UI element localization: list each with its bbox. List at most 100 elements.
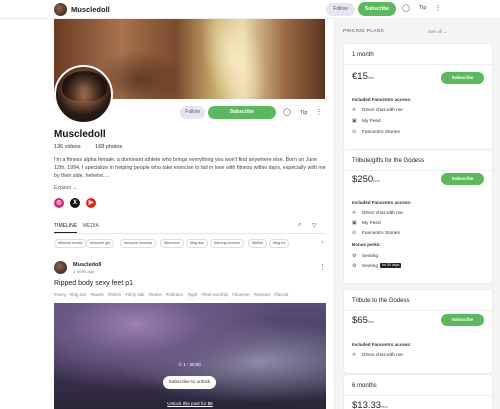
- sexting-icon: ⚙: [352, 253, 357, 259]
- plan-title: 6 months: [352, 383, 377, 389]
- tag-chip[interactable]: #muscle worship: [120, 239, 157, 248]
- post-tag[interactable]: #vibrator: [166, 292, 184, 297]
- feature-chat: ✈ Direct chat with me: [352, 210, 403, 216]
- expand-bio-link[interactable]: Expand ⌄: [54, 185, 77, 191]
- see-all-link[interactable]: See all ⌄: [428, 29, 447, 35]
- filter-icon[interactable]: ▽: [312, 222, 317, 229]
- post-title: Ripped body sexy feet p1: [54, 280, 133, 287]
- content-tabs: TIMELINE MEDIA ⌕ ▽: [54, 222, 326, 234]
- locked-media-preview[interactable]: ① 1 : 30:00 Subscribe to unlock Unlock t…: [54, 303, 326, 409]
- topbar-more-icon[interactable]: ⋮: [433, 4, 443, 14]
- tag-chip[interactable]: #muscle girl: [86, 239, 115, 248]
- plan-price: $13.33/mo: [352, 400, 388, 409]
- x-icon[interactable]: X: [70, 198, 80, 208]
- access-header: Included Fancentro access:: [352, 200, 412, 205]
- feature-feed: ▣ My Feed: [352, 118, 381, 124]
- plan-card-6-months: 6 months $13.33/mo: [343, 374, 494, 409]
- plan-subscribe-button[interactable]: Subscribe: [441, 314, 484, 326]
- top-bar: Muscledoll Follow Subscribe ◯ Tip ⋮: [0, 0, 500, 19]
- youtube-icon[interactable]: ▶: [86, 198, 96, 208]
- post-tag[interactable]: #domme: [232, 292, 250, 297]
- chat-icon: ✈: [352, 107, 357, 113]
- topbar-follow-button[interactable]: Follow: [326, 3, 355, 16]
- follow-button[interactable]: Follow: [180, 106, 205, 119]
- media-info: ① 1 : 30:00: [178, 362, 201, 367]
- post-tag[interactable]: #fetish: [108, 292, 121, 297]
- post-author-avatar[interactable]: [54, 261, 67, 274]
- instagram-icon[interactable]: ◎: [54, 198, 64, 208]
- plan-card-1-month: 1 month €15/mo Subscribe Included Fancen…: [343, 43, 494, 152]
- post-tag[interactable]: #sexy: [54, 292, 66, 297]
- tag-chip[interactable]: #fetish: [248, 239, 268, 248]
- post-timestamp: 1 week ago: [73, 269, 95, 274]
- post-tag[interactable]: #tease: [148, 292, 162, 297]
- plan-title: Tribute to the Godess: [352, 298, 410, 304]
- bonus-header: Bonus perks:: [352, 242, 381, 247]
- tag-chip[interactable]: #big bo: [269, 239, 290, 248]
- photos-count: 168 photos: [95, 144, 123, 150]
- plan-card-tribute: Tribute to the Godess $65/mo Subscribe I…: [343, 289, 494, 374]
- topbar-avatar[interactable]: [54, 3, 67, 16]
- tag-chip[interactable]: #strong woman: [210, 239, 244, 248]
- post-tag[interactable]: #big ass: [70, 292, 87, 297]
- post-tag[interactable]: #pph: [187, 292, 197, 297]
- post-more-icon[interactable]: ⋮: [319, 263, 326, 271]
- subscribe-to-unlock-button[interactable]: Subscribe to unlock: [163, 376, 216, 389]
- plan-title: Tribute/gifts for the Godess: [352, 158, 425, 164]
- chat-icon: ✈: [352, 352, 357, 358]
- subscribe-button[interactable]: Subscribe: [208, 106, 276, 119]
- unlock-post-link[interactable]: Unlock this post for $8: [54, 401, 326, 406]
- bonus-sexting: ⚙ Sexting: [352, 253, 378, 259]
- plan-price: $250/mo: [352, 174, 380, 185]
- feature-chat: ✈ Direct chat with me: [352, 352, 403, 358]
- chat-icon: ✈: [352, 210, 357, 216]
- videos-count: 136 videos: [54, 144, 81, 150]
- chat-icon[interactable]: ◯: [282, 108, 292, 118]
- pricing-panel: PRICING PLANS See all ⌄ 1 month €15/mo S…: [334, 19, 500, 409]
- plan-price: $65/mo: [352, 315, 375, 326]
- pricing-header: PRICING PLANS: [343, 29, 384, 34]
- plan-title: 1 month: [352, 52, 374, 58]
- post-tag[interactable]: #feet worship: [201, 292, 228, 297]
- plan-card-tribute-gifts: Tribute/gifts for the Godess $250/mo Sub…: [343, 149, 494, 284]
- tag-chip[interactable]: #big ass: [186, 239, 209, 248]
- profile-avatar[interactable]: [54, 65, 113, 124]
- post-tag[interactable]: #twerk: [91, 292, 104, 297]
- post-tags: #sexy #big ass #twerk #fetish #dirty talk #te…: [54, 292, 326, 297]
- post-author-name[interactable]: Muscledoll: [73, 262, 101, 268]
- days-badge: for 30 days: [380, 263, 402, 268]
- topbar-username[interactable]: Muscledoll: [71, 5, 110, 14]
- profile-bio: I'm a fitness alpha female, a dominant a…: [54, 157, 326, 179]
- tag-list: #fitness model #muscle girl #muscle worshi…: [54, 239, 326, 249]
- chevron-right-icon[interactable]: ›: [318, 239, 327, 248]
- bonus-sexting-30-days: ⚙ Sexting for 30 days: [352, 263, 402, 269]
- post-tag[interactable]: #fanvid: [274, 292, 289, 297]
- feature-stories: ⊙ Fancentro Stories: [352, 129, 400, 135]
- post-tag[interactable]: #spread: [254, 292, 270, 297]
- plan-price: €15/mo: [352, 71, 375, 82]
- tab-media[interactable]: MEDIA: [83, 223, 99, 229]
- profile-name: Muscledoll: [54, 129, 106, 140]
- topbar-chat-icon[interactable]: ◯: [401, 4, 411, 14]
- tip-button[interactable]: Tip: [300, 110, 307, 116]
- feature-feed: ▣ My Feed: [352, 220, 381, 226]
- more-options-icon[interactable]: ⋮: [314, 108, 324, 118]
- profile-stats: 136 videos 168 photos: [54, 144, 135, 150]
- topbar-tip-button[interactable]: Tip: [419, 5, 426, 11]
- feature-chat: ✈ Direct chat with me: [352, 107, 403, 113]
- tab-timeline[interactable]: TIMELINE: [54, 223, 78, 233]
- feed-icon: ▣: [352, 118, 357, 124]
- sexting-icon: ⚙: [352, 263, 357, 269]
- tag-chip[interactable]: #femdom: [160, 239, 184, 248]
- access-header: Included Fancentro access:: [352, 97, 412, 102]
- post-tag[interactable]: #dirty talk: [125, 292, 144, 297]
- topbar-subscribe-button[interactable]: Subscribe: [358, 2, 396, 16]
- plan-subscribe-button[interactable]: Subscribe: [441, 72, 484, 84]
- feed-icon: ▣: [352, 220, 357, 226]
- tag-chip[interactable]: #fitness model: [54, 239, 87, 248]
- plan-subscribe-button[interactable]: Subscribe: [441, 173, 484, 185]
- search-icon[interactable]: ⌕: [298, 222, 301, 229]
- feature-stories: ⊙ Fancentro Stories: [352, 230, 400, 236]
- stories-icon: ⊙: [352, 230, 357, 236]
- stories-icon: ⊙: [352, 129, 357, 135]
